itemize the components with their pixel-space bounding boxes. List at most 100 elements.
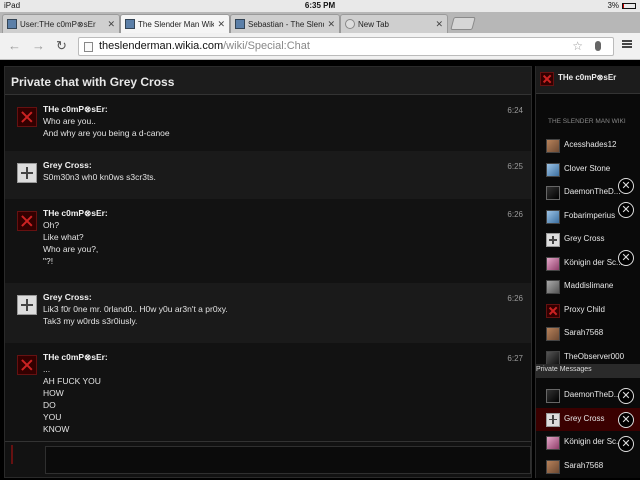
tab-slender-man-wiki[interactable]: The Slender Man Wiki ✕ [120,14,230,33]
message-line: Oh? [43,220,60,230]
user-avatar[interactable] [17,355,37,375]
user-avatar[interactable] [17,211,37,231]
message-line: Tak3 my w0rds s3r0iusly. [43,316,138,326]
user-avatar [546,233,560,247]
tab-title: New Tab [358,19,389,29]
message-line: Like what? [43,232,84,242]
user-avatar[interactable] [17,163,37,183]
user-list-item[interactable]: Grey Cross [536,228,640,252]
battery-icon [622,2,636,9]
message-author[interactable]: Grey Cross: [43,159,523,171]
close-circle-icon[interactable]: ✕ [618,436,634,452]
message-line: YOU [43,412,62,422]
message-author[interactable]: THe c0mP⊗sEr: [43,207,523,219]
close-tab-icon[interactable]: ✕ [107,19,115,30]
user-name: TheObserver000 [564,351,625,361]
wikia-favicon-icon [235,19,245,29]
user-avatar [546,186,560,200]
battery-percent: 3% [607,1,619,10]
forward-arrow-icon[interactable]: → [32,38,45,53]
message-author[interactable]: THe c0mP⊗sEr: [43,351,523,363]
close-circle-icon[interactable]: ✕ [618,250,634,266]
user-name: Königin der Sc... [564,257,623,267]
private-message-item[interactable]: Sarah7568 [536,455,640,479]
wikia-favicon-icon [7,19,17,29]
tab-user-page[interactable]: User:THe c0mP⊗sEr ✕ [2,14,120,33]
user-name: Königin der Sc... [564,437,623,446]
current-user-name: THe c0mP⊗sEr [558,73,617,82]
current-user-avatar [540,72,554,86]
tab-title: User:THe c0mP⊗sEr [20,19,96,29]
current-user[interactable]: THe c0mP⊗sEr [536,66,640,94]
message-time: 6:26 [507,294,523,303]
user-name: Maddislimane [564,281,614,290]
close-circle-icon[interactable]: ✕ [618,388,634,404]
new-tab-favicon-icon [345,19,355,29]
tab-sebastian[interactable]: Sebastian - The Slend ✕ [230,14,340,33]
message-time: 6:26 [507,210,523,219]
user-list-item[interactable]: Maddislimane [536,275,640,299]
user-avatar [546,209,560,224]
user-name: Sarah7568 [564,460,604,470]
wiki-room-name[interactable]: THE SLENDER MAN WIKI [536,118,640,125]
user-avatar [546,389,560,403]
user-avatar [546,412,560,427]
message-line: AH FUCK YOU [43,376,101,386]
reload-icon[interactable]: ↻ [56,38,67,54]
microphone-icon[interactable] [595,41,601,51]
user-avatar [546,436,560,450]
tab-new-tab[interactable]: New Tab ✕ [340,14,448,33]
message-author[interactable]: THe c0mP⊗sEr: [43,103,523,115]
close-tab-icon[interactable]: ✕ [217,19,225,30]
page-icon [84,42,93,52]
message-line: Who are you?, [43,244,99,254]
message-line: "?! [43,256,54,266]
tab-title: Sebastian - The Slend [248,19,325,29]
private-messages-header: Private Messages [536,364,640,378]
message-line: KNOW [43,424,70,434]
chat-page: Private chat with Grey Cross THe c0mP⊗sE… [0,60,640,480]
user-avatar [546,303,560,318]
user-name: Grey Cross [564,413,605,423]
message-line: HOW [43,388,64,398]
user-avatar [546,139,560,153]
chat-message: Grey Cross: 6:26 Lik3 f0r 0ne mr. 0rland… [5,283,531,343]
close-circle-icon[interactable]: ✕ [618,202,634,218]
message-line: S0m30n3 wh0 kn0ws s3cr3ts. [43,172,156,182]
user-name: Grey Cross [564,234,605,243]
user-name: DaemonTheD... [564,390,621,399]
message-input[interactable] [45,446,531,474]
chat-message: THe c0mP⊗sEr: 6:27 ... AH FUCK YOU HOW D… [5,343,531,440]
user-list-item[interactable]: Acesshades12 [536,134,640,158]
user-avatar[interactable] [17,107,37,127]
bookmark-star-icon[interactable]: ☆ [572,39,583,53]
close-circle-icon[interactable]: ✕ [618,412,634,428]
user-name: Fobarimperius [564,210,616,220]
user-avatar [546,327,560,341]
tab-title: The Slender Man Wiki [138,19,215,29]
message-author[interactable]: Grey Cross: [43,291,523,303]
user-list-item[interactable]: Sarah7568 [536,322,640,346]
message-time: 6:24 [507,106,523,115]
close-tab-icon[interactable]: ✕ [327,19,335,30]
user-list-item[interactable]: Proxy Child [536,299,640,323]
close-tab-icon[interactable]: ✕ [435,19,443,30]
my-avatar [11,445,13,464]
private-chat-panel: Private chat with Grey Cross THe c0mP⊗sE… [4,66,532,478]
close-circle-icon[interactable]: ✕ [618,178,634,194]
message-line: ... [43,364,51,374]
user-avatar [546,162,560,177]
user-name: Sarah7568 [564,328,604,337]
user-avatar[interactable] [17,295,37,315]
menu-icon[interactable] [622,40,632,48]
address-bar[interactable]: theslenderman.wikia.com/wiki/Special:Cha… [78,37,614,56]
message-list[interactable]: THe c0mP⊗sEr: 6:24 Who are you.. And why… [5,95,531,440]
url-path: /wiki/Special:Chat [223,40,310,52]
browser-toolbar: ← → ↻ theslenderman.wikia.com/wiki/Speci… [0,33,640,60]
message-line: Lik3 f0r 0ne mr. 0rland0.. H0w y0u ar3n'… [43,304,228,314]
message-line: DO [43,400,56,410]
back-arrow-icon[interactable]: ← [8,38,21,53]
user-avatar [546,350,560,365]
new-tab-button[interactable] [450,17,476,30]
user-name: Acesshades12 [564,140,617,149]
